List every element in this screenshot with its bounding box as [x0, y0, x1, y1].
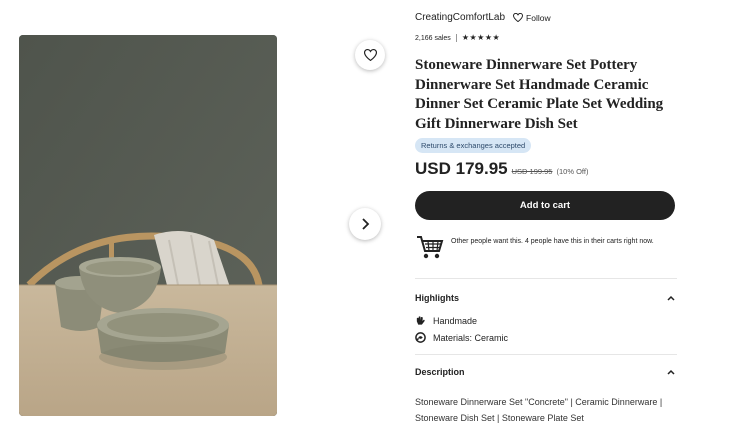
description-title: Description [415, 367, 465, 377]
description-text: Stoneware Dinnerware Set "Concrete" | Ce… [415, 397, 663, 423]
highlights-title: Highlights [415, 293, 459, 303]
demand-detail: 4 people have this in their carts right … [523, 238, 654, 245]
current-price: USD 179.95 [415, 159, 508, 178]
materials-icon [415, 332, 426, 343]
sales-row: 2,166 sales ★★★★★ [415, 34, 500, 42]
shop-name-link[interactable]: CreatingComfortLab [415, 12, 505, 23]
hand-icon [416, 316, 425, 325]
highlight-label: Materials: Ceramic [433, 332, 509, 343]
shopping-cart-icon [417, 236, 444, 259]
original-price: USD 199.95 [511, 167, 553, 176]
next-image-button[interactable] [349, 208, 381, 240]
section-divider [415, 354, 677, 355]
chevron-up-icon [667, 295, 675, 301]
demand-notice: Other people want this. 4 people have th… [415, 232, 677, 262]
section-divider [415, 278, 677, 279]
demand-text: Other people want this. 4 people have th… [451, 237, 654, 247]
discount-label: (10% Off) [556, 167, 589, 176]
highlight-label: Handmade [433, 315, 478, 326]
divider [455, 34, 457, 42]
follow-label: Follow [526, 12, 551, 23]
sales-count: 2,166 sales [415, 34, 451, 42]
description-toggle[interactable]: Description [415, 367, 675, 377]
highlights-toggle[interactable]: Highlights [415, 293, 675, 303]
heart-icon [363, 49, 377, 61]
follow-button[interactable]: Follow [513, 13, 551, 23]
add-to-cart-button[interactable]: Add to cart [415, 191, 675, 220]
highlight-materials: Materials: Ceramic [415, 332, 508, 343]
favorite-button[interactable] [355, 40, 385, 70]
price-row: USD 179.95 USD 199.95 (10% Off) [415, 159, 588, 179]
product-photo-illustration [19, 35, 277, 416]
star-rating[interactable]: ★★★★★ [462, 34, 500, 42]
product-title: Stoneware Dinnerware Set Pottery Dinnerw… [415, 57, 664, 132]
demand-bold: Other people want this. [451, 238, 523, 245]
chevron-right-icon [362, 218, 370, 230]
heart-icon [513, 13, 524, 22]
shop-row: CreatingComfortLab Follow [415, 12, 551, 23]
returns-badge: Returns & exchanges accepted [415, 138, 532, 153]
chevron-up-icon [667, 369, 675, 375]
highlight-handmade: Handmade [415, 315, 477, 326]
product-image[interactable] [19, 35, 277, 416]
